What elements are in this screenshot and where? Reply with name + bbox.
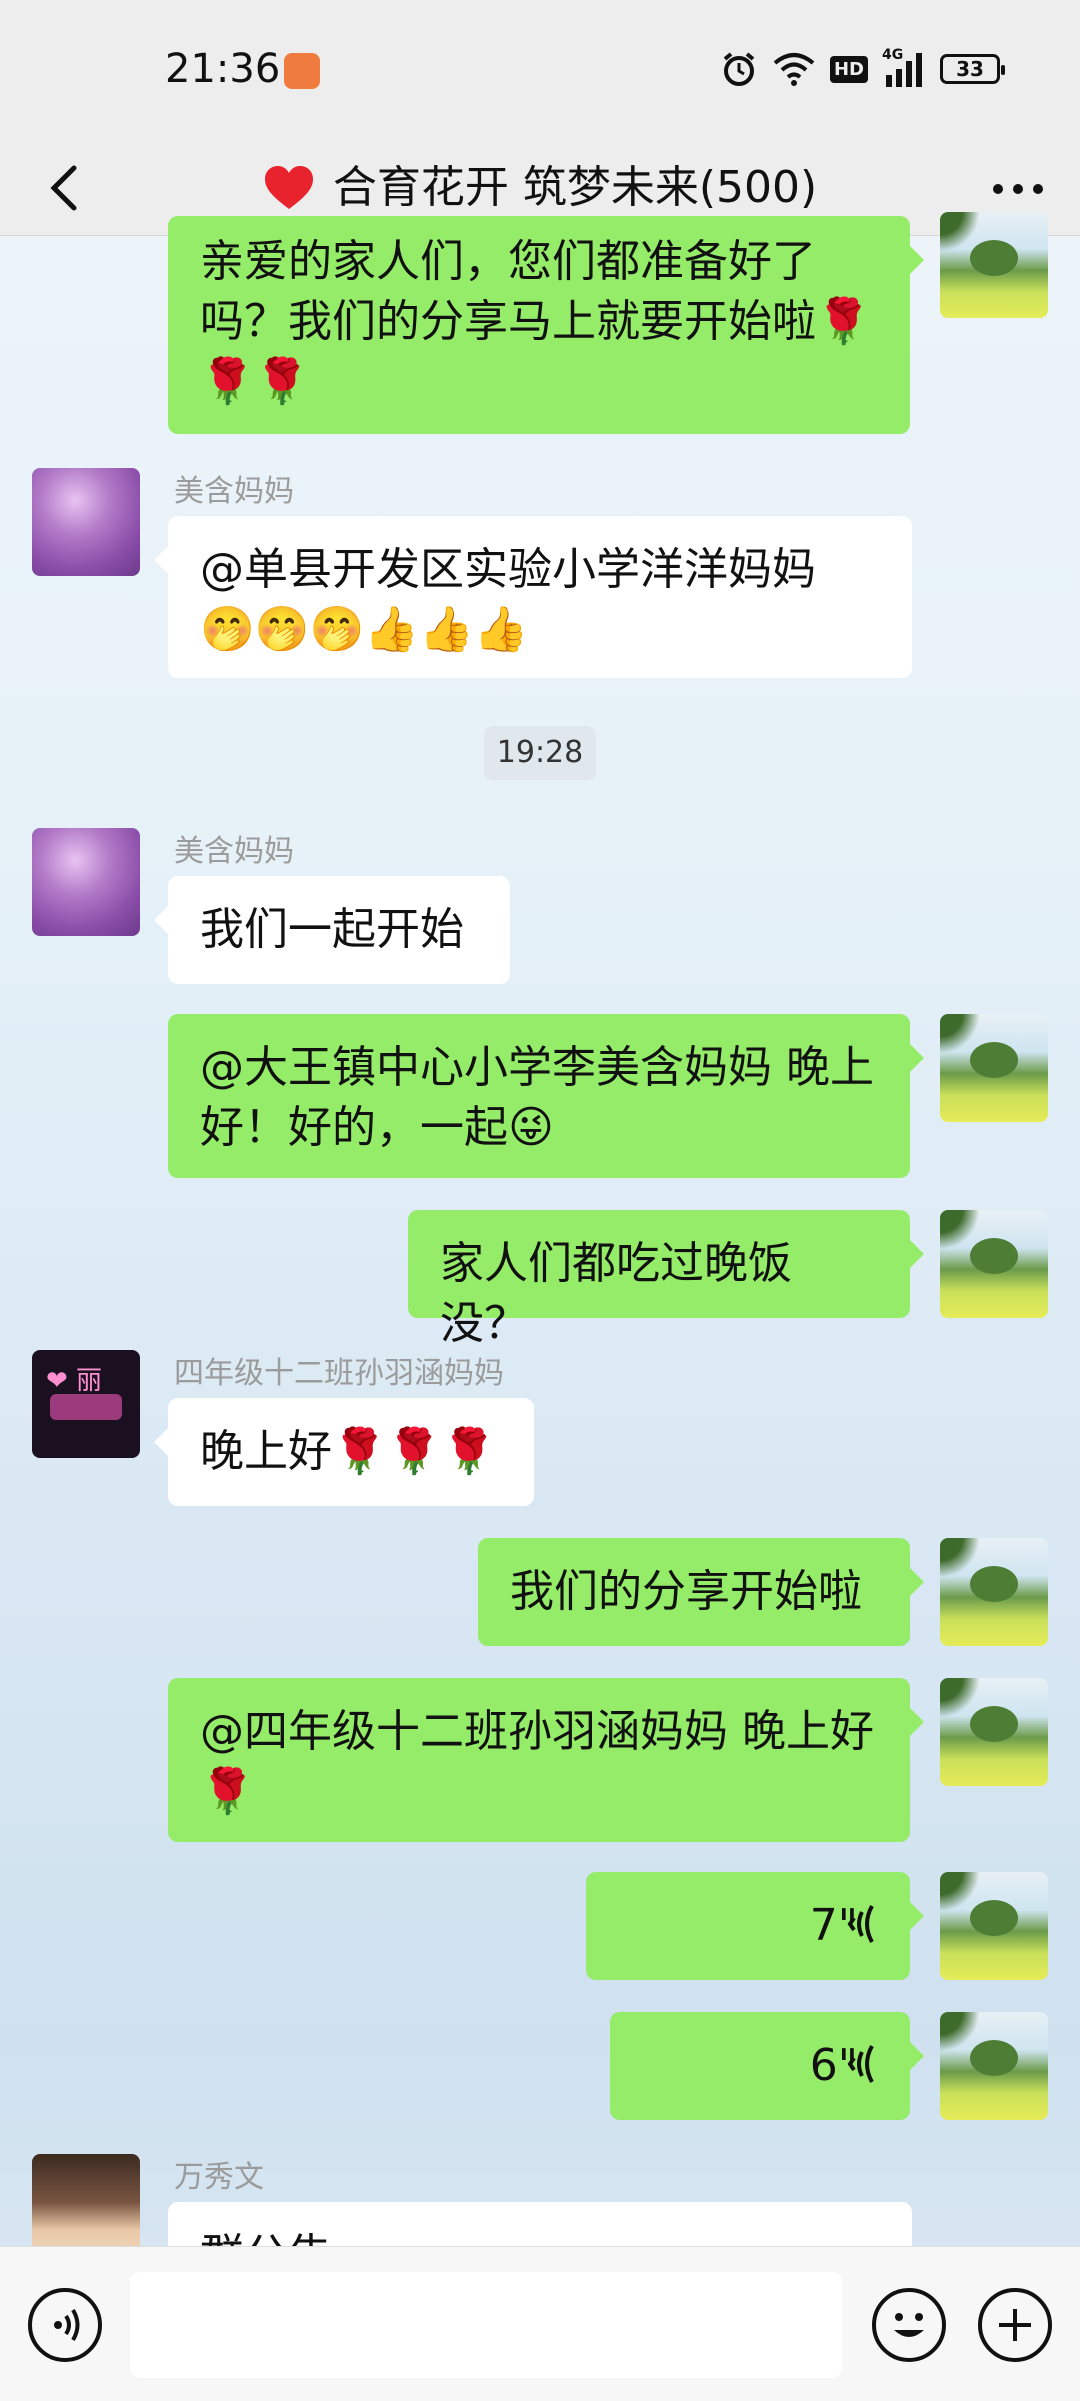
battery-indicator: 33 <box>940 54 1005 84</box>
voice-wave-icon <box>847 2045 874 2083</box>
voice-message[interactable]: 7" <box>586 1872 924 1980</box>
sender-name: 美含妈妈 <box>174 834 294 869</box>
avatar[interactable] <box>940 1538 1048 1646</box>
voice-wave-icon <box>847 1905 874 1943</box>
message-text: 晚上好🌹🌹🌹 <box>200 1426 497 1477</box>
app-notification-icon <box>284 53 320 89</box>
message-bubble[interactable]: @大王镇中心小学李美含妈妈 晚上好！好的，一起😜 <box>168 1014 924 1178</box>
alarm-icon <box>723 52 755 86</box>
timestamp: 19:28 <box>484 726 596 780</box>
message-text: 我们的分享开始啦 <box>510 1566 862 1617</box>
message-bubble[interactable]: @四年级十二班孙羽涵妈妈 晚上好🌹 <box>168 1678 924 1842</box>
message-text: 我们一起开始 <box>200 904 464 955</box>
avatar[interactable] <box>940 1210 1048 1318</box>
message-bubble[interactable]: 亲爱的家人们，您们都准备好了吗？我们的分享马上就要开始啦🌹🌹🌹 <box>168 216 924 434</box>
avatar[interactable] <box>32 468 140 576</box>
message-text: @四年级十二班孙羽涵妈妈 晚上好🌹 <box>200 1706 874 1817</box>
plus-icon[interactable] <box>978 2288 1052 2362</box>
more-dots-icon[interactable] <box>986 158 1050 218</box>
sender-name: 美含妈妈 <box>174 474 294 509</box>
message-bubble[interactable]: 晚上好🌹🌹🌹 <box>154 1398 534 1506</box>
input-bar <box>0 2246 1080 2401</box>
message-bubble[interactable]: @单县开发区实验小学洋洋妈妈 🤭🤭🤭👍👍👍 <box>154 516 912 678</box>
voice-message[interactable]: 6" <box>610 2012 924 2120</box>
message-text: 亲爱的家人们，您们都准备好了吗？我们的分享马上就要开始啦🌹🌹🌹 <box>200 236 871 407</box>
sender-name: 万秀文 <box>174 2160 264 2195</box>
avatar[interactable] <box>32 828 140 936</box>
message-bubble[interactable]: 我们的分享开始啦 <box>478 1538 924 1646</box>
avatar[interactable] <box>940 2012 1048 2120</box>
status-time: 21:36 <box>165 46 281 92</box>
avatar[interactable] <box>940 1014 1048 1122</box>
message-bubble[interactable]: 家人们都吃过晚饭没？ <box>408 1210 924 1349</box>
status-bar: 21:36 HD 4G 33 <box>0 0 1080 140</box>
avatar[interactable] <box>940 212 1048 318</box>
message-text: @单县开发区实验小学洋洋妈妈 🤭🤭🤭👍👍👍 <box>200 544 816 655</box>
hd-badge: HD <box>829 55 868 83</box>
signal-icon: 4G <box>882 47 926 87</box>
red-heart-icon <box>264 165 313 209</box>
message-text: @大王镇中心小学李美含妈妈 晚上好！好的，一起😜 <box>200 1042 874 1153</box>
wifi-icon <box>773 53 815 86</box>
message-input[interactable] <box>130 2272 842 2378</box>
voice-mode-icon[interactable] <box>28 2288 102 2362</box>
sender-name: 四年级十二班孙羽涵妈妈 <box>174 1356 504 1391</box>
avatar[interactable] <box>940 1678 1048 1786</box>
emoji-icon[interactable] <box>872 2288 946 2362</box>
avatar[interactable] <box>940 1872 1048 1980</box>
avatar[interactable]: ❤ 丽 <box>32 1350 140 1458</box>
group-name: 合育花开 筑梦未来(500) <box>332 161 818 213</box>
message-bubble[interactable]: 我们一起开始 <box>154 876 510 984</box>
